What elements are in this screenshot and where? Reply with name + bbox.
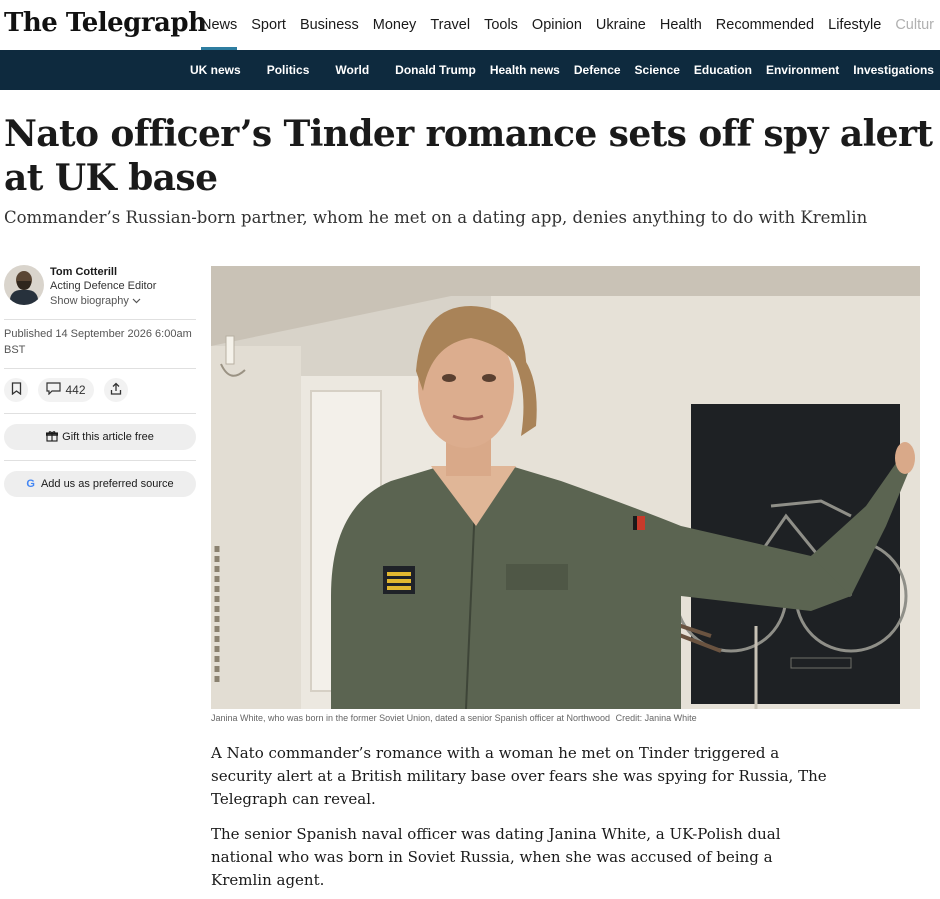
nav-business[interactable]: Business bbox=[300, 0, 359, 50]
published-date: Published 14 September 2026 6:00am BST bbox=[4, 328, 192, 356]
author-avatar[interactable] bbox=[4, 265, 44, 305]
gift-article-button[interactable]: Gift this article free bbox=[4, 424, 196, 450]
image-caption: Janina White, who was born in the former… bbox=[211, 713, 920, 723]
subnav-world[interactable]: World bbox=[335, 63, 369, 77]
subnav-science[interactable]: Science bbox=[635, 63, 680, 77]
article-sidebar: Tom Cotterill Acting Defence Editor Show… bbox=[4, 265, 196, 497]
comment-count: 442 bbox=[65, 383, 86, 397]
nav-culture[interactable]: Cultur bbox=[895, 0, 934, 50]
author-name[interactable]: Tom Cotterill bbox=[50, 265, 156, 279]
article-headline: Nato officer’s Tinder romance sets off s… bbox=[4, 113, 933, 199]
subnav-environment[interactable]: Environment bbox=[766, 63, 839, 77]
nav-ukraine[interactable]: Ukraine bbox=[596, 0, 646, 50]
nav-travel[interactable]: Travel bbox=[430, 0, 470, 50]
save-button[interactable] bbox=[4, 378, 28, 402]
subnav-donald-trump[interactable]: Donald Trump bbox=[395, 63, 476, 77]
subnav-education[interactable]: Education bbox=[694, 63, 752, 77]
show-biography-button[interactable]: Show biography bbox=[50, 294, 156, 309]
nav-recommended[interactable]: Recommended bbox=[716, 0, 814, 50]
subnav-defence[interactable]: Defence bbox=[574, 63, 621, 77]
nav-money[interactable]: Money bbox=[373, 0, 417, 50]
section-navigation: UK news Politics World Donald Trump Heal… bbox=[0, 50, 940, 90]
divider bbox=[4, 319, 196, 320]
subnav-politics[interactable]: Politics bbox=[267, 63, 310, 77]
article-actions: 442 bbox=[4, 377, 196, 403]
paragraph: The senior Spanish naval officer was dat… bbox=[211, 825, 781, 889]
show-biography-label: Show biography bbox=[50, 295, 129, 307]
nav-opinion[interactable]: Opinion bbox=[532, 0, 582, 50]
gift-icon bbox=[46, 430, 59, 445]
nav-tools[interactable]: Tools bbox=[484, 0, 518, 50]
bookmark-icon bbox=[11, 382, 22, 398]
lead-image-illustration bbox=[211, 266, 920, 709]
article-standfirst: Commander’s Russian-born partner, whom h… bbox=[4, 208, 868, 227]
sub-nav: UK news Politics World Donald Trump Heal… bbox=[190, 50, 940, 90]
lead-image[interactable] bbox=[211, 266, 920, 709]
subnav-uk-news[interactable]: UK news bbox=[190, 63, 241, 77]
comment-icon bbox=[46, 382, 62, 398]
caption-text: Janina White, who was born in the former… bbox=[211, 713, 611, 723]
nav-news[interactable]: News bbox=[201, 0, 238, 50]
divider bbox=[4, 368, 196, 369]
nav-sport[interactable]: Sport bbox=[251, 0, 286, 50]
primary-nav: News Sport Business Money Travel Tools O… bbox=[201, 0, 940, 50]
share-button[interactable] bbox=[104, 378, 128, 402]
preferred-source-label: Add us as preferred source bbox=[40, 478, 174, 490]
chevron-down-icon bbox=[132, 295, 141, 307]
paragraph: A Nato commander’s romance with a woman … bbox=[211, 744, 827, 808]
share-icon bbox=[110, 382, 122, 398]
top-navigation: The Telegraph News Sport Business Money … bbox=[0, 0, 940, 50]
preferred-source-button[interactable]: G Add us as preferred source bbox=[4, 471, 196, 497]
image-credit: Credit: Janina White bbox=[615, 713, 697, 723]
google-icon: G bbox=[26, 478, 35, 490]
telegraph-logo[interactable]: The Telegraph bbox=[4, 8, 207, 38]
article-body: A Nato commander’s romance with a woman … bbox=[211, 742, 831, 899]
author-block: Tom Cotterill Acting Defence Editor Show… bbox=[4, 265, 196, 309]
comments-button[interactable]: 442 bbox=[38, 378, 94, 402]
divider bbox=[4, 460, 196, 461]
subnav-investigations[interactable]: Investigations bbox=[853, 63, 934, 77]
author-role: Acting Defence Editor bbox=[50, 280, 157, 292]
nav-lifestyle[interactable]: Lifestyle bbox=[828, 0, 881, 50]
subnav-health-news[interactable]: Health news bbox=[490, 63, 560, 77]
nav-health[interactable]: Health bbox=[660, 0, 702, 50]
gift-article-label: Gift this article free bbox=[62, 431, 154, 443]
divider bbox=[4, 413, 196, 414]
